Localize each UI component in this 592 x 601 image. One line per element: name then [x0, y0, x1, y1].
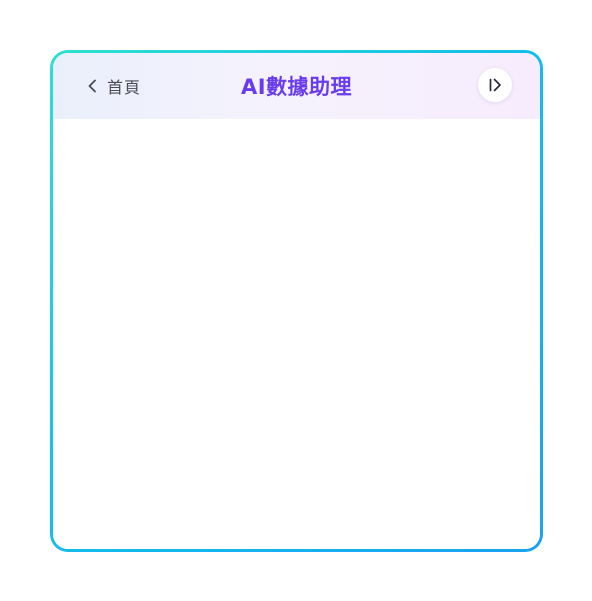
back-to-home-button[interactable]: 首頁	[87, 73, 141, 99]
assistant-panel-frame: 首頁 AI數據助理	[50, 50, 543, 552]
assistant-panel: 首頁 AI數據助理	[53, 53, 540, 549]
panel-content-area	[53, 119, 540, 549]
collapse-panel-button[interactable]	[478, 68, 512, 102]
collapse-panel-icon	[487, 77, 503, 93]
chevron-left-icon	[87, 79, 97, 93]
back-button-label: 首頁	[107, 78, 142, 97]
panel-header: 首頁 AI數據助理	[53, 53, 540, 119]
